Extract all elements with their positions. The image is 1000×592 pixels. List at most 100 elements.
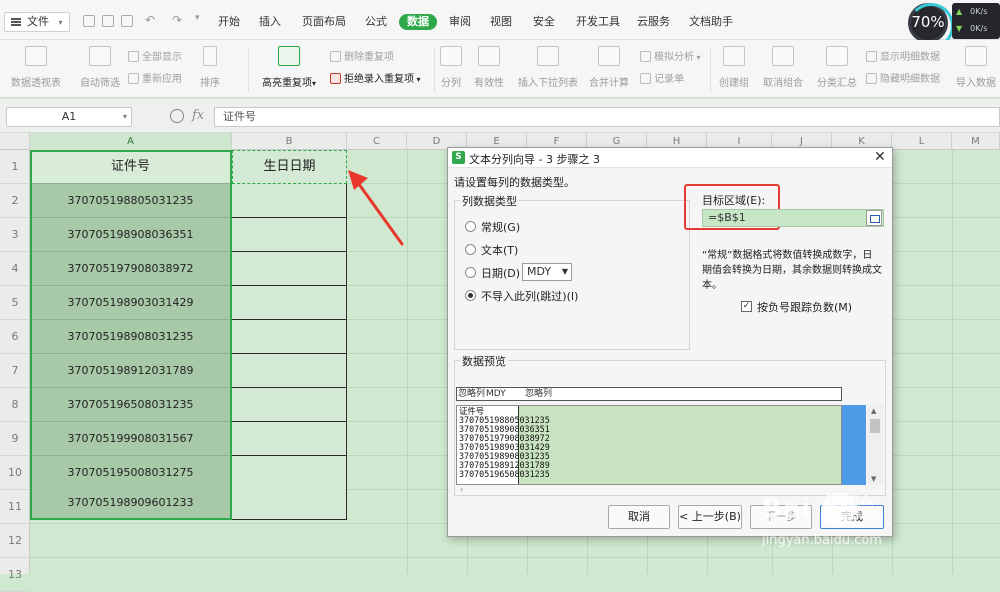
preview-header-col3[interactable]: 忽略列 [525, 388, 552, 400]
row-header[interactable]: 2 [0, 184, 30, 218]
scroll-left-icon[interactable]: ‹ [460, 485, 463, 494]
autofilter-button[interactable]: 自动筛选 [78, 46, 122, 89]
select-all-corner[interactable] [0, 133, 30, 150]
radio-date-label[interactable]: 日期(D) [481, 265, 520, 281]
negative-sign-label[interactable]: 按负号跟踪负数(M) [757, 299, 852, 315]
cell-b[interactable] [232, 456, 347, 490]
cell-b[interactable] [232, 252, 347, 286]
scroll-down-icon[interactable]: ▼ [871, 475, 876, 483]
import-data-button[interactable]: 导入数据 [956, 46, 996, 89]
radio-skip-label[interactable]: 不导入此列(跳过)(I) [481, 288, 578, 304]
row-header[interactable]: 10 [0, 456, 30, 490]
radio-skip[interactable] [465, 290, 476, 301]
performance-gauge[interactable]: 70% [905, 3, 954, 49]
preview-header-col1[interactable]: 忽略列 [458, 388, 485, 400]
consolidate-button[interactable]: 合并计算 [586, 46, 632, 89]
row-header[interactable]: 1 [0, 150, 30, 184]
sort-button[interactable]: 排序 [196, 46, 224, 89]
tab-developer[interactable]: 开发工具 [576, 14, 620, 30]
column-header[interactable]: L [892, 133, 952, 150]
what-if-analysis-button[interactable]: 模拟分析 ▾ [640, 48, 701, 63]
row-header[interactable]: 9 [0, 422, 30, 456]
tab-data[interactable]: 数据 [399, 14, 437, 30]
cell-b[interactable] [232, 486, 347, 520]
pivot-table-button[interactable]: 数据透视表 [8, 46, 64, 89]
cell-b[interactable] [232, 354, 347, 388]
cell-b[interactable] [232, 286, 347, 320]
prev-step-button[interactable]: < 上一步(B) [678, 505, 742, 529]
delete-duplicates-button[interactable]: 删除重复项 [330, 48, 394, 63]
tab-page-layout[interactable]: 页面布局 [302, 14, 346, 30]
row-header[interactable]: 5 [0, 286, 30, 320]
print-preview-icon[interactable] [121, 15, 133, 27]
highlight-duplicates-label: 高亮重复项 [261, 78, 312, 89]
save-icon[interactable] [83, 15, 95, 27]
subtotal-button[interactable]: 分类汇总 [814, 46, 860, 89]
row-header[interactable]: 7 [0, 354, 30, 388]
row-header[interactable]: 6 [0, 320, 30, 354]
preview-area[interactable]: 证件号 370705198805031235 37070519890803635… [456, 405, 842, 485]
scrollbar-thumb[interactable] [870, 419, 880, 433]
row-header[interactable]: 12 [0, 524, 30, 558]
column-header[interactable]: M [952, 133, 1000, 150]
tab-security[interactable]: 安全 [533, 14, 555, 30]
tab-formulas[interactable]: 公式 [365, 14, 387, 30]
column-header[interactable]: B [232, 133, 347, 150]
tab-insert[interactable]: 插入 [259, 14, 281, 30]
cell-b[interactable] [232, 218, 347, 252]
tab-review[interactable]: 审阅 [449, 14, 471, 30]
radio-general-label[interactable]: 常规(G) [481, 219, 520, 235]
record-form-button[interactable]: 记录单 [640, 70, 684, 85]
cancel-button[interactable]: 取消 [608, 505, 670, 529]
row-header[interactable]: 13 [0, 558, 30, 592]
tab-doc-assistant[interactable]: 文档助手 [689, 14, 733, 30]
cell-b1[interactable]: 生日日期 [232, 150, 347, 184]
column-header[interactable]: C [347, 133, 407, 150]
row-header[interactable]: 11 [0, 490, 30, 524]
fx-icon[interactable]: fx [192, 108, 204, 123]
name-box[interactable]: A1 ▾ [6, 107, 132, 127]
undo-icon[interactable]: ↶ [145, 13, 155, 27]
print-icon[interactable] [102, 15, 114, 27]
cell-b[interactable] [232, 422, 347, 456]
preview-header-col2[interactable]: MDY [486, 388, 506, 400]
redo-icon[interactable]: ↷ [172, 13, 182, 27]
row-header[interactable]: 8 [0, 388, 30, 422]
radio-date[interactable] [465, 267, 476, 278]
row-header[interactable]: 3 [0, 218, 30, 252]
date-format-select[interactable]: MDY ▼ [522, 263, 572, 281]
column-header[interactable]: A [30, 133, 232, 150]
show-detail-button[interactable]: 显示明细数据 [866, 48, 940, 63]
scroll-up-icon[interactable]: ▲ [871, 407, 876, 415]
formula-input[interactable]: 证件号 [214, 107, 1000, 127]
target-range-input[interactable]: =$B$1 [702, 209, 884, 227]
radio-text-label[interactable]: 文本(T) [481, 242, 518, 258]
highlight-duplicates-button[interactable]: 高亮重复项▾ [256, 46, 322, 89]
cell-b[interactable] [232, 388, 347, 422]
dialog-titlebar[interactable]: S 文本分列向导 - 3 步骤之 3 ✕ [448, 148, 892, 168]
ungroup-button[interactable]: 取消组合 [758, 46, 808, 89]
file-menu-button[interactable]: 文件 ▾ [4, 12, 70, 32]
hide-detail-button[interactable]: 隐藏明细数据 [866, 70, 940, 85]
tab-cloud[interactable]: 云服务 [637, 14, 670, 30]
tab-view[interactable]: 视图 [490, 14, 512, 30]
quick-access-more-icon[interactable]: ▾ [195, 13, 200, 23]
reject-duplicates-button[interactable]: 拒绝录入重复项 ▾ [330, 70, 421, 85]
create-group-button[interactable]: 创建组 [716, 46, 752, 89]
cell-b[interactable] [232, 320, 347, 354]
tab-home[interactable]: 开始 [218, 14, 240, 30]
zoom-icon[interactable] [170, 109, 184, 123]
range-picker-icon[interactable] [866, 210, 882, 226]
close-icon[interactable]: ✕ [874, 149, 886, 165]
radio-text[interactable] [465, 244, 476, 255]
radio-general[interactable] [465, 221, 476, 232]
cell-b[interactable] [232, 184, 347, 218]
split-column-button[interactable]: 分列 [438, 46, 464, 89]
validity-button[interactable]: 有效性 [472, 46, 506, 89]
insert-dropdown-button[interactable]: 插入下拉列表 [516, 46, 580, 89]
negative-sign-checkbox[interactable]: ✓ [741, 301, 752, 312]
preview-vertical-scrollbar[interactable]: ▲ ▼ [867, 405, 883, 485]
row-header[interactable]: 4 [0, 252, 30, 286]
reapply-button[interactable]: 重新应用 [128, 70, 182, 85]
show-all-button[interactable]: 全部显示 [128, 48, 182, 63]
